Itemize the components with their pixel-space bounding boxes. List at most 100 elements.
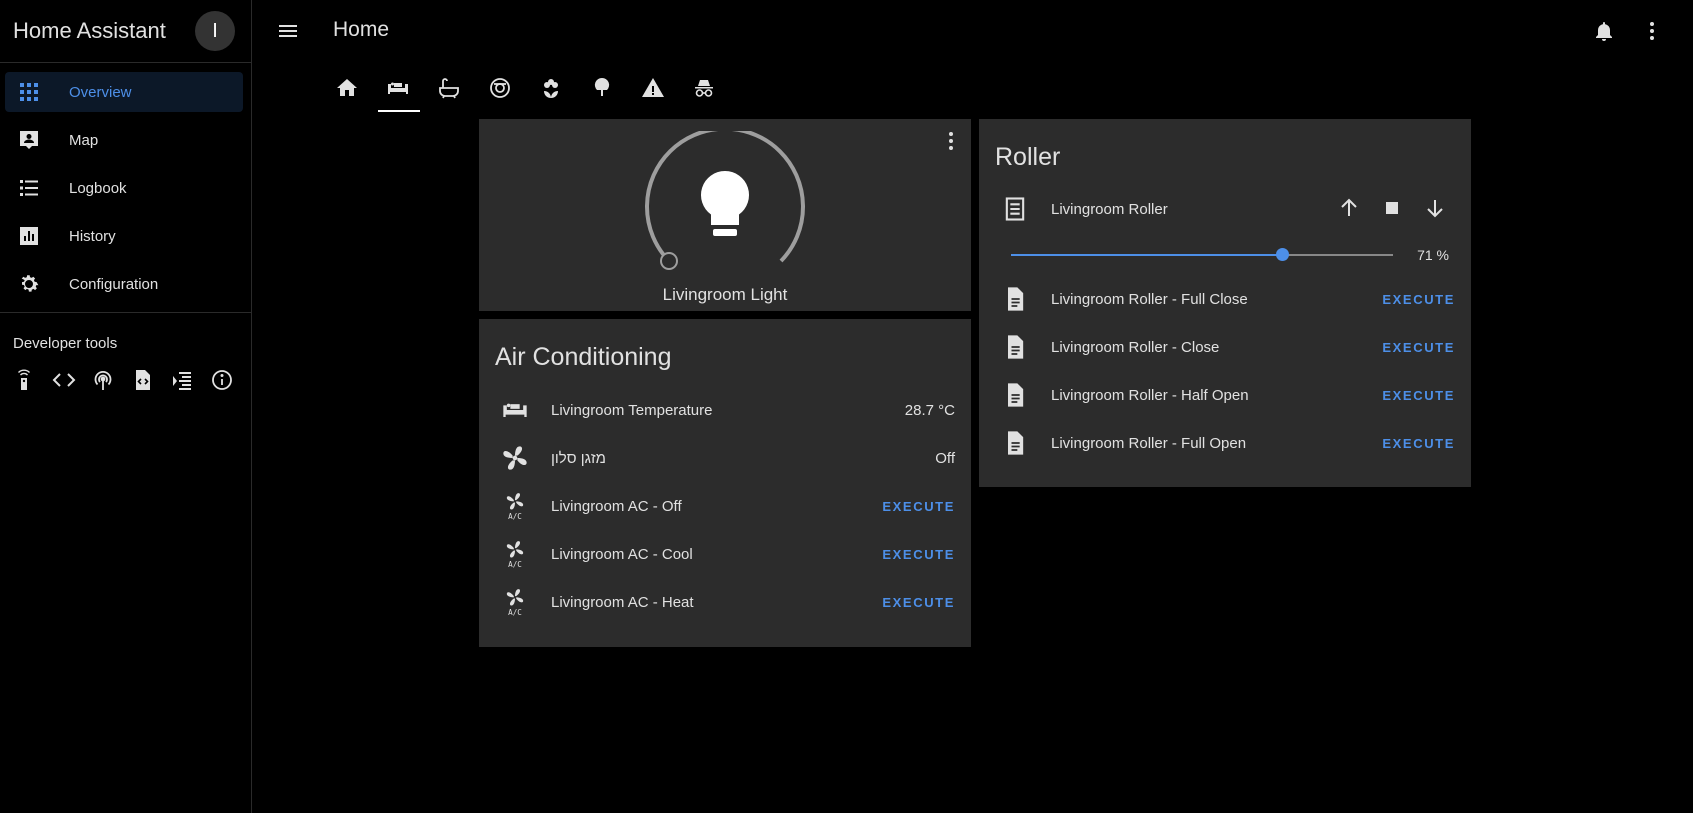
tab-home[interactable] [333, 75, 360, 112]
developer-tools-bar [0, 352, 251, 392]
svg-text:A/C: A/C [508, 560, 522, 568]
list-item[interactable]: Livingroom Temperature 28.7 °C [479, 386, 971, 434]
more-vertical-icon[interactable] [1640, 19, 1664, 43]
sidebar-item-map[interactable]: Map [5, 120, 243, 160]
roller-card: Roller Livingroom Roller 71 % Livingroom… [979, 119, 1471, 487]
execute-button[interactable]: EXECUTE [1382, 388, 1455, 403]
sidebar-item-label: Configuration [69, 275, 159, 293]
more-vertical-icon[interactable] [939, 129, 963, 153]
list-item[interactable]: Livingroom Roller - Full Open EXECUTE [979, 419, 1471, 467]
sidebar-nav: Overview Map Logbook History Configurati… [0, 63, 251, 304]
execute-button[interactable]: EXECUTE [1382, 292, 1455, 307]
svg-text:A/C: A/C [508, 512, 522, 520]
sidebar-header: Home Assistant I [0, 0, 251, 63]
svg-text:A/C: A/C [508, 608, 522, 616]
window-shutter-icon [1005, 197, 1025, 221]
execute-button[interactable]: EXECUTE [1382, 340, 1455, 355]
position-value: 71 % [1417, 247, 1449, 263]
page-title: Home [333, 18, 390, 41]
row-label: Livingroom Roller - Close [1051, 338, 1220, 356]
sidebar-item-label: History [69, 227, 116, 245]
sidebar-item-history[interactable]: History [5, 216, 243, 256]
cog-icon [21, 275, 39, 292]
sidebar-item-label: Overview [69, 83, 132, 101]
tab-garden[interactable] [537, 75, 564, 112]
position-slider[interactable] [1011, 248, 1393, 261]
access-point-icon[interactable] [91, 368, 115, 392]
sidebar-item-logbook[interactable]: Logbook [5, 168, 243, 208]
avatar[interactable]: I [195, 11, 235, 51]
light-card: Livingroom Light [479, 119, 971, 311]
sofa-icon [387, 82, 408, 94]
execute-button[interactable]: EXECUTE [882, 499, 955, 514]
air-conditioner-icon: A/C [506, 493, 524, 520]
arrow-up-icon[interactable] [1337, 196, 1361, 220]
air-conditioner-icon: A/C [506, 589, 524, 616]
lightbulb-icon[interactable] [697, 169, 753, 241]
sidebar-item-configuration[interactable]: Configuration [5, 264, 243, 304]
app-title: Home Assistant [13, 18, 166, 43]
row-label: Livingroom Roller - Full Close [1051, 290, 1248, 308]
card-title: Air Conditioning [495, 343, 672, 371]
script-text-icon [1008, 335, 1024, 359]
robot-vacuum-icon [489, 78, 510, 98]
list-item[interactable]: Livingroom Roller - Half Open EXECUTE [979, 371, 1471, 419]
timer-text-icon[interactable] [170, 368, 194, 392]
developer-tools-title: Developer tools [13, 335, 118, 352]
bathtub-icon [438, 78, 459, 99]
bell-icon[interactable] [1592, 19, 1616, 43]
row-label: Livingroom AC - Off [551, 497, 682, 515]
tab-livingroom[interactable] [378, 75, 420, 112]
row-label: Livingroom Temperature [551, 401, 713, 419]
list-item[interactable]: מזגן סלון Off [479, 434, 971, 482]
execute-button[interactable]: EXECUTE [1382, 436, 1455, 451]
tree-icon [594, 77, 609, 96]
row-label: Livingroom AC - Cool [551, 545, 693, 563]
fan-icon [503, 446, 527, 470]
view-tabs [333, 75, 717, 112]
row-value: 28.7 °C [904, 401, 955, 419]
list-item[interactable]: A/C Livingroom AC - Cool EXECUTE [479, 530, 971, 578]
row-label: Livingroom Roller - Half Open [1051, 386, 1249, 404]
menu-icon[interactable] [276, 19, 300, 43]
code-brackets-icon[interactable] [52, 368, 76, 392]
file-code-icon[interactable] [131, 368, 155, 392]
chart-box-icon [20, 227, 38, 245]
list-item[interactable]: A/C Livingroom AC - Heat EXECUTE [479, 578, 971, 626]
sidebar-item-label: Map [69, 131, 99, 149]
alert-icon [641, 78, 664, 97]
tab-alerts[interactable] [639, 75, 666, 112]
sidebar-item-overview[interactable]: Overview [5, 72, 243, 112]
row-label: מזגן סלון [551, 449, 606, 467]
card-title: Roller [995, 143, 1061, 171]
tab-outdoor[interactable] [588, 75, 615, 112]
execute-button[interactable]: EXECUTE [882, 547, 955, 562]
slider-thumb[interactable] [1276, 248, 1290, 261]
home-icon [336, 79, 357, 96]
tab-bathroom[interactable] [435, 75, 462, 112]
view-dashboard-icon [20, 83, 38, 101]
stop-icon[interactable] [1380, 196, 1404, 220]
tab-security[interactable] [690, 75, 717, 112]
air-conditioning-card: Air Conditioning Livingroom Temperature … [479, 319, 971, 647]
remote-icon[interactable] [12, 368, 36, 392]
row-value: Off [935, 449, 955, 467]
list-item[interactable]: Livingroom Roller - Close EXECUTE [979, 323, 1471, 371]
sofa-icon [503, 403, 527, 417]
slider-fill [1011, 254, 1283, 256]
list-item[interactable]: A/C Livingroom AC - Off EXECUTE [479, 482, 971, 530]
list-item[interactable]: Livingroom Roller - Full Close EXECUTE [979, 275, 1471, 323]
execute-button[interactable]: EXECUTE [882, 595, 955, 610]
information-outline-icon[interactable] [210, 368, 234, 392]
tab-vacuum[interactable] [486, 75, 513, 112]
avatar-initial: I [212, 19, 218, 42]
map-account-icon [20, 131, 38, 149]
sidebar: Home Assistant I Overview Map Logbook Hi… [0, 0, 252, 813]
air-conditioner-icon: A/C [506, 541, 524, 568]
script-text-icon [1008, 287, 1024, 311]
script-text-icon [1008, 383, 1024, 407]
row-label: Livingroom Roller [1051, 200, 1168, 218]
sidebar-item-label: Logbook [69, 179, 127, 197]
arrow-down-icon[interactable] [1423, 196, 1447, 220]
row-label: Livingroom AC - Heat [551, 593, 694, 611]
